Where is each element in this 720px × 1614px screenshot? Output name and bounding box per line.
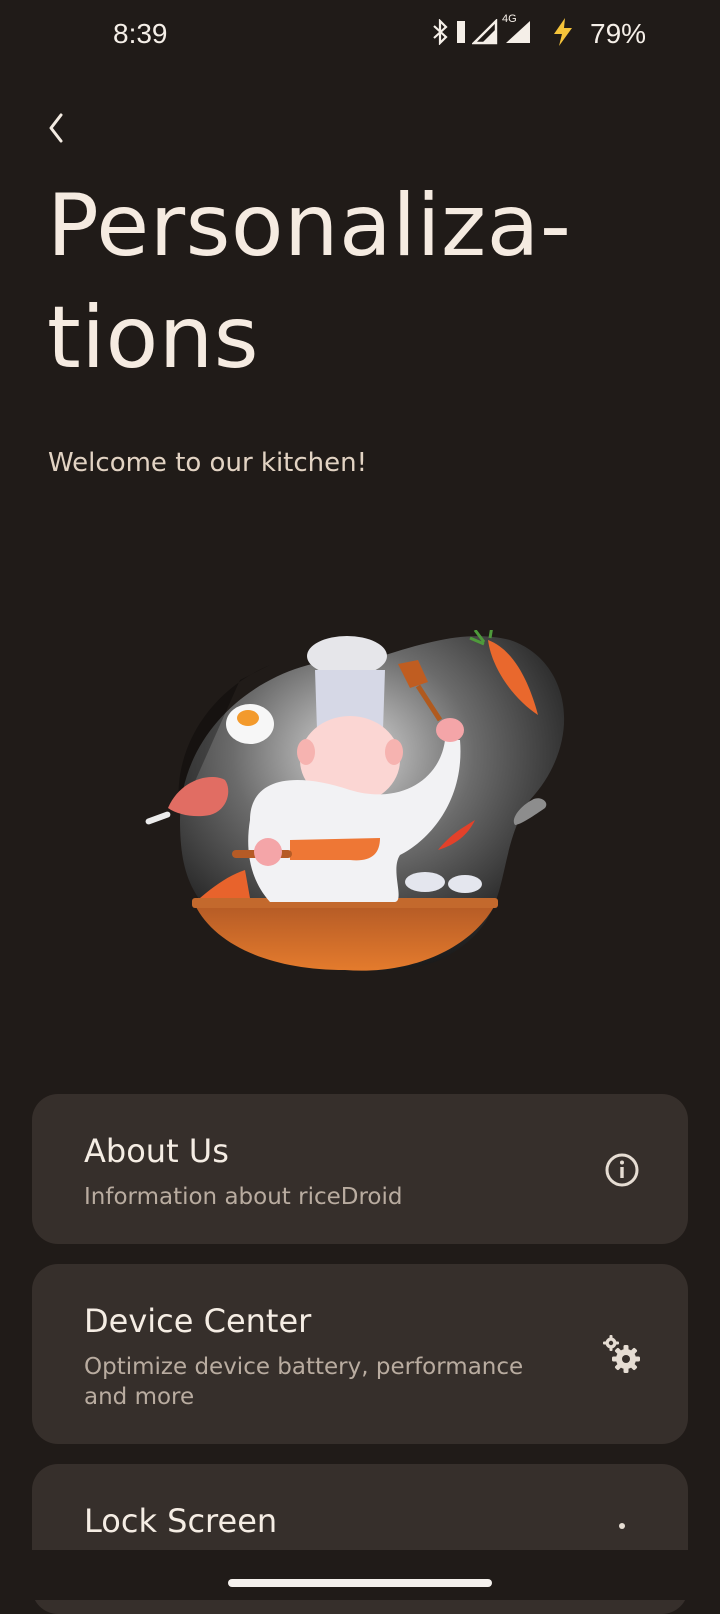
- about-us-summary: Information about riceDroid: [84, 1184, 403, 1210]
- chevron-left-icon: [49, 113, 63, 143]
- about-us-title: About Us: [84, 1132, 229, 1170]
- about-us-card[interactable]: About Us Information about riceDroid: [32, 1094, 688, 1244]
- info-icon: [602, 1150, 642, 1190]
- gears-icon: [602, 1334, 642, 1374]
- home-indicator[interactable]: [228, 1579, 492, 1587]
- device-center-summary: Optimize device battery, performance and…: [84, 1354, 524, 1410]
- chef-illustration: [140, 625, 580, 990]
- status-bar: 8:39 4G 79%: [0, 0, 720, 70]
- bluetooth-icon: [430, 17, 450, 50]
- status-icons: 4G: [430, 13, 576, 52]
- battery-saver-icon: [456, 19, 466, 50]
- charging-icon: [550, 17, 576, 52]
- navigation-bar: [0, 1550, 720, 1600]
- status-time: 8:39: [113, 18, 168, 49]
- device-center-title: Device Center: [84, 1302, 312, 1340]
- signal-4g-icon: 4G: [502, 13, 532, 50]
- page-title: Personaliza-tions: [47, 176, 572, 388]
- back-button[interactable]: [36, 104, 76, 152]
- device-center-card[interactable]: Device Center Optimize device battery, p…: [32, 1264, 688, 1444]
- network-label: 4G: [502, 12, 517, 25]
- page-subtitle: Welcome to our kitchen!: [48, 448, 368, 478]
- signal-icon: [471, 17, 498, 50]
- battery-percentage: 79%: [590, 18, 647, 49]
- lock-screen-title: Lock Screen: [84, 1502, 278, 1540]
